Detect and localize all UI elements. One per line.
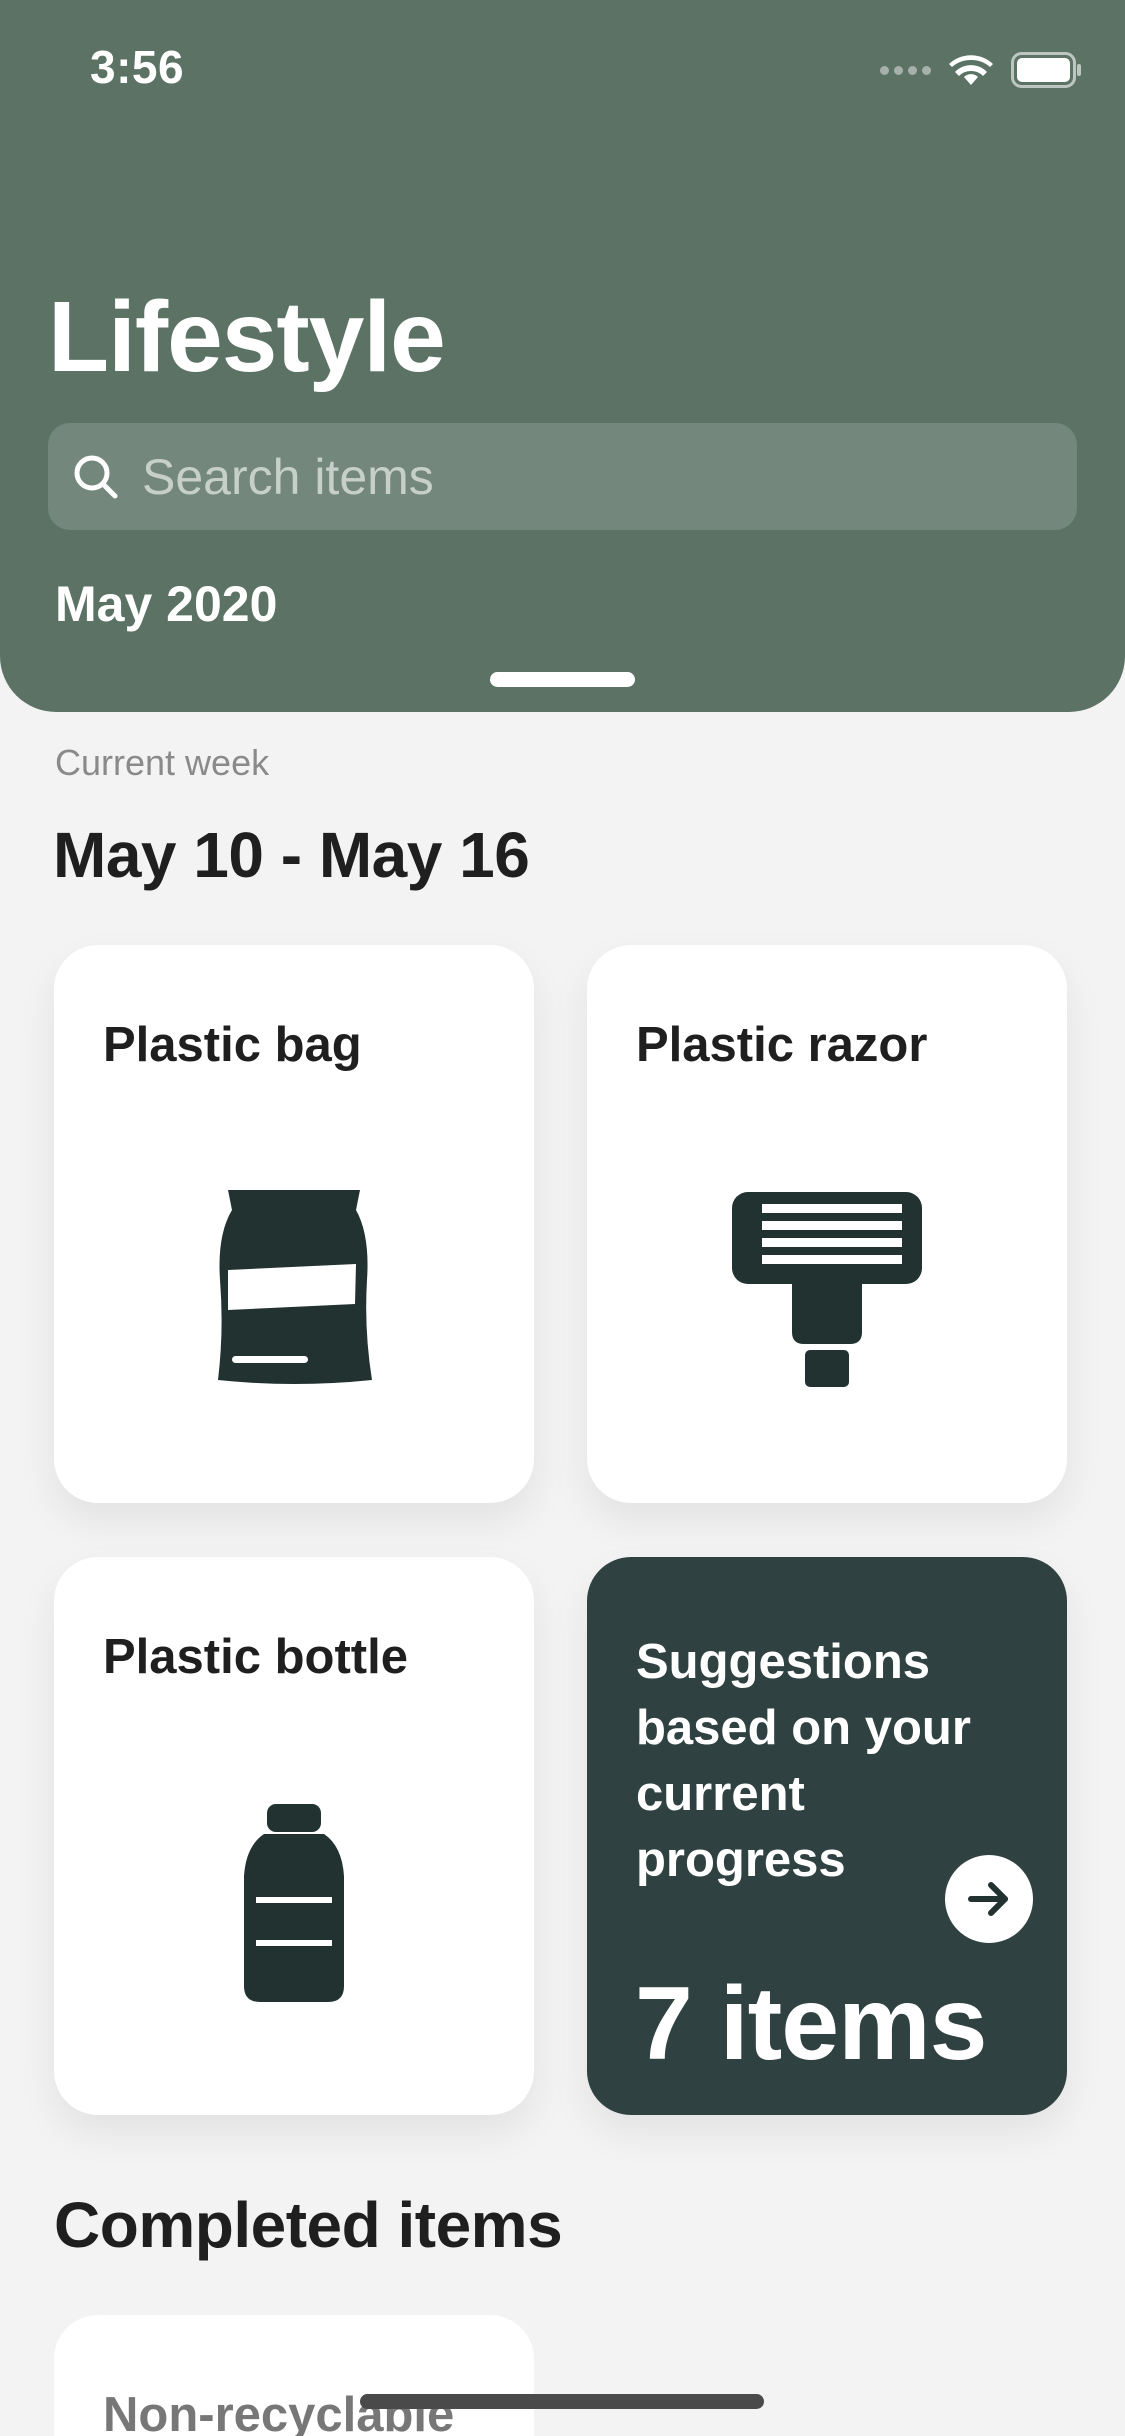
home-indicator[interactable] (360, 2394, 764, 2409)
suggestions-arrow-button[interactable] (945, 1855, 1033, 1943)
plastic-bag-icon (218, 1190, 372, 1384)
week-label: Current week (55, 742, 270, 783)
wifi-icon (949, 53, 993, 87)
header: 3:56 Lifestyle Search items May 2020 (0, 0, 1125, 712)
search-input[interactable]: Search items (48, 423, 1077, 530)
search-placeholder: Search items (142, 448, 434, 505)
suggestions-card[interactable]: Suggestions based on your current progre… (587, 1557, 1067, 2115)
suggestions-count: 7 items (635, 1966, 987, 2082)
status-time: 3:56 (90, 41, 185, 93)
battery-icon (1011, 52, 1083, 88)
status-indicators (880, 48, 1083, 92)
search-icon (74, 455, 118, 498)
suggestions-text: Suggestions based on your current progre… (636, 1635, 971, 1887)
item-card-plastic-bag[interactable]: Plastic bag (54, 945, 534, 1503)
card-title: Plastic bottle (103, 1630, 408, 1684)
card-title: Plastic bag (103, 1018, 362, 1072)
card-title: Plastic razor (636, 1018, 928, 1072)
razor-icon (732, 1192, 922, 1387)
item-card-plastic-bottle[interactable]: Plastic bottle (54, 1557, 534, 2115)
bottle-icon (244, 1804, 344, 2002)
week-range: May 10 - May 16 (53, 819, 530, 891)
month-selector[interactable]: May 2020 (55, 575, 277, 633)
item-card-plastic-razor[interactable]: Plastic razor (587, 945, 1067, 1503)
arrow-right-icon (968, 1882, 1008, 1916)
drag-handle[interactable] (490, 672, 635, 687)
completed-section-title: Completed items (54, 2189, 563, 2261)
completed-item-card[interactable]: Non-recyclable (54, 2315, 534, 2436)
page-title: Lifestyle (48, 281, 446, 393)
lifestyle-screen: 3:56 Lifestyle Search items May 2020 Cur… (0, 0, 1125, 2436)
cellular-signal-icon (880, 65, 931, 75)
